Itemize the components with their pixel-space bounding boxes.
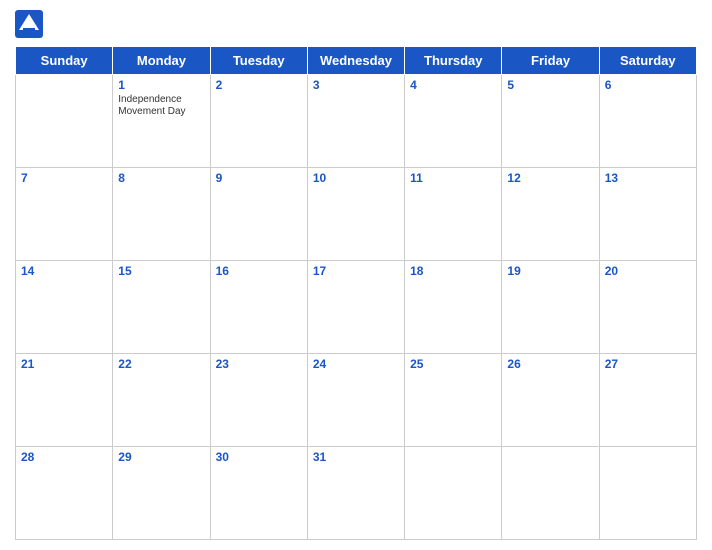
calendar-cell: 24 (307, 354, 404, 447)
calendar-cell (599, 447, 696, 540)
calendar-cell: 26 (502, 354, 599, 447)
day-number: 27 (605, 357, 691, 371)
day-number: 18 (410, 264, 496, 278)
day-number: 26 (507, 357, 593, 371)
weekday-header-friday: Friday (502, 47, 599, 75)
weekday-header-tuesday: Tuesday (210, 47, 307, 75)
calendar-cell: 22 (113, 354, 210, 447)
calendar-cell: 21 (16, 354, 113, 447)
day-number: 21 (21, 357, 107, 371)
calendar-cell: 12 (502, 168, 599, 261)
day-number: 24 (313, 357, 399, 371)
day-number: 23 (216, 357, 302, 371)
calendar-cell: 27 (599, 354, 696, 447)
day-number: 31 (313, 450, 399, 464)
calendar-cell: 16 (210, 261, 307, 354)
calendar-cell: 14 (16, 261, 113, 354)
logo-icon (15, 10, 43, 38)
calendar-cell: 2 (210, 75, 307, 168)
calendar-cell: 30 (210, 447, 307, 540)
day-number: 10 (313, 171, 399, 185)
calendar-cell (502, 447, 599, 540)
calendar-cell: 15 (113, 261, 210, 354)
calendar-cell: 10 (307, 168, 404, 261)
calendar-cell: 28 (16, 447, 113, 540)
weekday-header-sunday: Sunday (16, 47, 113, 75)
calendar-cell: 13 (599, 168, 696, 261)
day-number: 8 (118, 171, 204, 185)
calendar-cell: 19 (502, 261, 599, 354)
day-number: 1 (118, 78, 204, 92)
calendar-cell: 7 (16, 168, 113, 261)
calendar-header (15, 10, 697, 38)
calendar-cell: 9 (210, 168, 307, 261)
calendar-cell: 29 (113, 447, 210, 540)
day-number: 2 (216, 78, 302, 92)
calendar-cell: 18 (405, 261, 502, 354)
day-number: 28 (21, 450, 107, 464)
calendar-cell: 17 (307, 261, 404, 354)
calendar-week-5: 28 29 30 31 (16, 447, 697, 540)
calendar-cell: 5 (502, 75, 599, 168)
day-number: 25 (410, 357, 496, 371)
calendar-cell: 11 (405, 168, 502, 261)
weekday-header-saturday: Saturday (599, 47, 696, 75)
day-number: 29 (118, 450, 204, 464)
day-number: 11 (410, 171, 496, 185)
calendar-cell: 4 (405, 75, 502, 168)
calendar-cell: 25 (405, 354, 502, 447)
calendar-cell (16, 75, 113, 168)
calendar-header-row: SundayMondayTuesdayWednesdayThursdayFrid… (16, 47, 697, 75)
day-number: 15 (118, 264, 204, 278)
day-number: 5 (507, 78, 593, 92)
day-number: 16 (216, 264, 302, 278)
calendar-table: SundayMondayTuesdayWednesdayThursdayFrid… (15, 46, 697, 540)
calendar-cell: 23 (210, 354, 307, 447)
calendar-cell: 20 (599, 261, 696, 354)
day-number: 3 (313, 78, 399, 92)
calendar-cell: 8 (113, 168, 210, 261)
logo (15, 10, 47, 38)
day-number: 6 (605, 78, 691, 92)
day-number: 7 (21, 171, 107, 185)
calendar-cell: 3 (307, 75, 404, 168)
weekday-header-thursday: Thursday (405, 47, 502, 75)
calendar-cell: 31 (307, 447, 404, 540)
calendar-week-1: 1 Independence Movement Day 23456 (16, 75, 697, 168)
day-number: 9 (216, 171, 302, 185)
calendar-week-2: 789 10 11 12 13 (16, 168, 697, 261)
calendar-cell: 1 Independence Movement Day (113, 75, 210, 168)
calendar-body: 1Independence Movement Day23456789101112… (16, 75, 697, 540)
day-number: 12 (507, 171, 593, 185)
weekday-header-wednesday: Wednesday (307, 47, 404, 75)
day-number: 22 (118, 357, 204, 371)
day-number: 17 (313, 264, 399, 278)
calendar-week-3: 14 15 16 17 18 19 20 (16, 261, 697, 354)
day-number: 20 (605, 264, 691, 278)
calendar-week-4: 21 22 23 24 25 26 27 (16, 354, 697, 447)
day-number: 19 (507, 264, 593, 278)
day-number: 13 (605, 171, 691, 185)
calendar-cell: 6 (599, 75, 696, 168)
holiday-label: Independence Movement Day (118, 94, 204, 118)
day-number: 30 (216, 450, 302, 464)
day-number: 14 (21, 264, 107, 278)
calendar-cell (405, 447, 502, 540)
weekday-header-monday: Monday (113, 47, 210, 75)
day-number: 4 (410, 78, 496, 92)
